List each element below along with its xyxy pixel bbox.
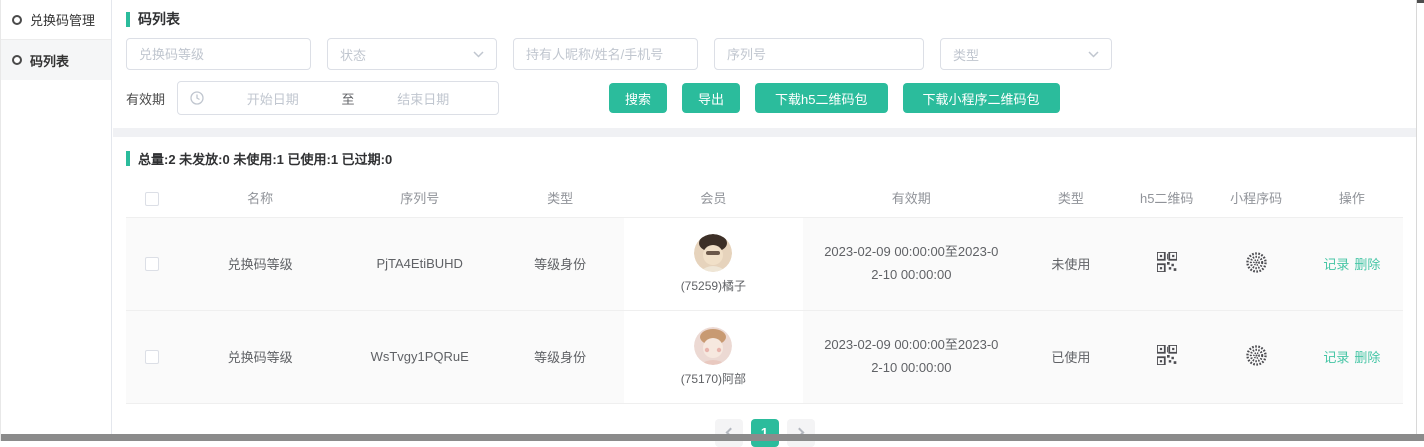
- date-separator: 至: [342, 89, 355, 108]
- cell-validity: 2023-02-09 00:00:00至2023-02-10 00:00:00: [803, 310, 1020, 403]
- table-header-row: 名称 序列号 类型 会员 有效期 类型 h5二维码 小程序码 操作: [126, 179, 1403, 217]
- cell-member[interactable]: (75170)阿部: [624, 310, 803, 403]
- col-header-miniprogram-qr: 小程序码: [1211, 179, 1300, 217]
- download-miniprogram-qr-package-button[interactable]: 下载小程序二维码包: [903, 83, 1060, 113]
- type-select[interactable]: 类型: [940, 38, 1112, 70]
- button-group: 搜索 导出 下载h5二维码包 下载小程序二维码包: [609, 83, 1060, 113]
- cell-status: 未使用: [1020, 217, 1122, 310]
- codes-table: 名称 序列号 类型 会员 有效期 类型 h5二维码 小程序码 操作 兑换码等级 …: [126, 179, 1403, 404]
- holder-search-input[interactable]: [513, 38, 698, 70]
- cell-validity: 2023-02-09 00:00:00至2023-02-10 00:00:00: [803, 217, 1020, 310]
- section-title: 码列表: [126, 9, 1416, 29]
- row-checkbox[interactable]: [145, 257, 159, 271]
- table-row: 兑换码等级 PjTA4EtiBUHD 等级身份: [126, 217, 1403, 310]
- member-name: (75170)阿部: [681, 370, 746, 387]
- summary: 总量:2 未发放:0 未使用:1 已使用:1 已过期:0: [126, 149, 1416, 168]
- circle-bullet-icon: [12, 55, 22, 65]
- member-avatar: [694, 327, 732, 365]
- sidebar-item-code-list[interactable]: 码列表: [1, 40, 111, 80]
- start-date-placeholder: 开始日期: [210, 89, 336, 108]
- delete-link[interactable]: 删除: [1354, 254, 1380, 273]
- chevron-down-icon: [1088, 51, 1099, 58]
- row-checkbox[interactable]: [145, 350, 159, 364]
- previous-page-button[interactable]: [715, 419, 743, 447]
- search-button[interactable]: 搜索: [609, 83, 667, 113]
- col-header-type: 类型: [496, 179, 624, 217]
- miniprogram-qr-code-icon[interactable]: [1246, 345, 1267, 366]
- window-right-border: [1416, 0, 1417, 434]
- horizontal-scrollbar[interactable]: [1, 434, 1424, 441]
- col-header-member: 会员: [624, 179, 803, 217]
- miniprogram-qr-code-icon[interactable]: [1246, 252, 1267, 273]
- current-page-button[interactable]: 1: [751, 419, 779, 447]
- cell-member[interactable]: (75259)橘子: [624, 217, 803, 310]
- col-header-status: 类型: [1020, 179, 1122, 217]
- title-accent-bar: [126, 12, 130, 27]
- main-content: 码列表 状态 类型 有效期: [113, 0, 1416, 434]
- table-section: 总量:2 未发放:0 未使用:1 已使用:1 已过期:0 名称 序列号 类型 会…: [113, 149, 1416, 447]
- filter-row: 有效期 开始日期 至 结束日期 搜索 导出 下载h5二维码包 下载小程序二维码包: [126, 81, 1416, 115]
- h5-qr-code-icon[interactable]: [1157, 345, 1177, 365]
- h5-qr-code-icon[interactable]: [1157, 252, 1177, 272]
- type-select-placeholder: 类型: [953, 45, 979, 64]
- cell-name: 兑换码等级: [177, 217, 343, 310]
- pagination: 1: [113, 419, 1416, 447]
- cell-name: 兑换码等级: [177, 310, 343, 403]
- record-link[interactable]: 记录: [1323, 254, 1349, 273]
- section-divider: [113, 128, 1416, 137]
- table-row: 兑换码等级 WsTvgy1PQRuE 等级身份: [126, 310, 1403, 403]
- cell-serial: PjTA4EtiBUHD: [343, 217, 496, 310]
- status-select[interactable]: 状态: [327, 38, 497, 70]
- summary-counts: 总量:2 未发放:0 未使用:1 已使用:1 已过期:0: [138, 149, 392, 168]
- chevron-down-icon: [473, 51, 484, 58]
- cell-type: 等级身份: [496, 217, 624, 310]
- sidebar: 兑换码管理 码列表: [1, 0, 112, 434]
- validity-label: 有效期: [126, 89, 165, 108]
- col-header-name: 名称: [177, 179, 343, 217]
- export-button[interactable]: 导出: [682, 83, 740, 113]
- delete-link[interactable]: 删除: [1354, 347, 1380, 366]
- clock-icon: [190, 91, 204, 105]
- sidebar-item-code-management[interactable]: 兑换码管理: [1, 0, 111, 40]
- record-link[interactable]: 记录: [1323, 347, 1349, 366]
- col-header-h5-qr: h5二维码: [1122, 179, 1211, 217]
- circle-bullet-icon: [12, 15, 22, 25]
- filter-section: 码列表 状态 类型 有效期: [113, 0, 1416, 115]
- select-all-checkbox[interactable]: [145, 192, 159, 206]
- title-accent-bar: [126, 151, 130, 166]
- download-h5-qr-package-button[interactable]: 下载h5二维码包: [755, 83, 887, 113]
- validity-date-range-picker[interactable]: 开始日期 至 结束日期: [177, 81, 499, 115]
- sidebar-item-label: 兑换码管理: [30, 10, 95, 29]
- cell-status: 已使用: [1020, 310, 1122, 403]
- end-date-placeholder: 结束日期: [361, 89, 487, 108]
- col-header-serial: 序列号: [343, 179, 496, 217]
- filter-row: 状态 类型: [126, 38, 1416, 70]
- cell-serial: WsTvgy1PQRuE: [343, 310, 496, 403]
- sidebar-item-label: 码列表: [30, 51, 69, 70]
- member-name: (75259)橘子: [681, 277, 746, 294]
- code-level-input[interactable]: [126, 38, 311, 70]
- status-select-placeholder: 状态: [340, 45, 366, 64]
- page-title: 码列表: [138, 9, 180, 29]
- member-avatar: [694, 234, 732, 272]
- serial-number-input[interactable]: [714, 38, 924, 70]
- cell-type: 等级身份: [496, 310, 624, 403]
- next-page-button[interactable]: [787, 419, 815, 447]
- col-header-actions: 操作: [1301, 179, 1403, 217]
- col-header-validity: 有效期: [803, 179, 1020, 217]
